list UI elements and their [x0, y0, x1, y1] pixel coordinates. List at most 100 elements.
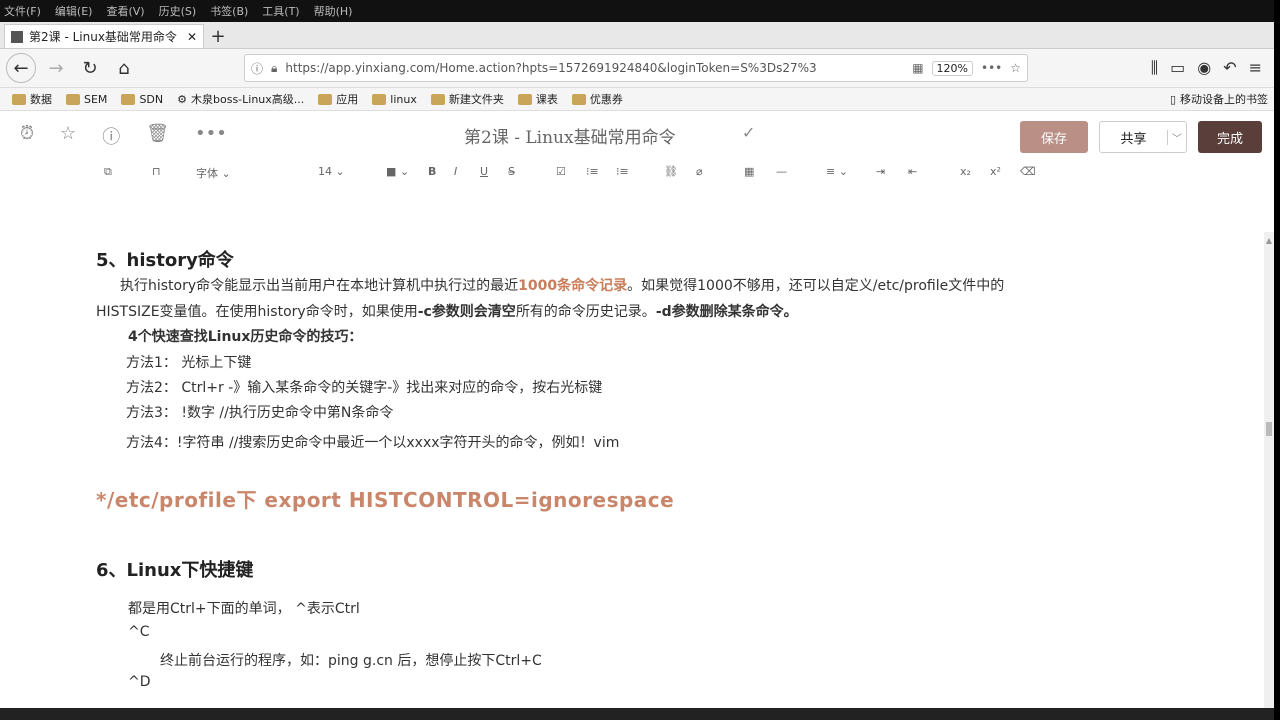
- note-body[interactable]: 5、history命令 执行history命令能显示出当前用户在本地计算机中执行…: [0, 232, 1274, 720]
- shortcut-ctrl-d: ^D: [128, 674, 151, 690]
- menu-history[interactable]: 历史(S): [159, 3, 197, 19]
- folder-icon: [12, 93, 26, 105]
- folder-icon: [571, 93, 586, 105]
- more-icon[interactable]: •••: [981, 61, 1002, 75]
- tab-active[interactable]: 第2课 - Linux基础常用命令 | 印 ✕: [4, 24, 204, 48]
- undo-icon[interactable]: ↶: [1223, 58, 1236, 78]
- close-tab-icon[interactable]: ✕: [187, 30, 197, 44]
- share-label: 共享: [1120, 131, 1147, 147]
- bookmarks-bar: 数据 SEM SDN ⚙ 木泉boss-Linux高级... 应用 linux 新…: [0, 88, 1274, 111]
- bottom-strip: [0, 708, 1274, 720]
- reminder-icon[interactable]: ⏰︎: [20, 123, 34, 149]
- nav-bar: ← → ↻ ⌂ ⓘ 🔒︎ https://app.yinxiang.com/Ho…: [0, 49, 1274, 88]
- library-icon[interactable]: ⫼: [1151, 58, 1158, 78]
- folder-icon: [372, 93, 387, 105]
- back-button[interactable]: ←: [6, 53, 36, 83]
- info-icon[interactable]: ⓘ: [251, 60, 263, 77]
- method-4: 方法4：!字符串 //搜索历史命令中最近一个以xxxx字符开头的命令，例如！vi…: [126, 435, 620, 451]
- indent-icon[interactable]: ⇥: [876, 165, 885, 178]
- attach-icon[interactable]: ⧉: [104, 165, 112, 179]
- menu-help[interactable]: 帮助(H): [314, 3, 353, 19]
- sidebar-icon[interactable]: ▭: [1170, 58, 1185, 78]
- bullet-list-icon[interactable]: ⁝≡: [616, 165, 629, 178]
- favorite-star-icon[interactable]: ☆: [60, 123, 76, 149]
- lock-format-icon[interactable]: ⊓: [152, 165, 161, 178]
- star-icon[interactable]: ☆: [1010, 61, 1021, 75]
- bookmark-item[interactable]: 优惠券: [571, 91, 623, 107]
- qr-icon[interactable]: ▦: [912, 61, 923, 75]
- format-toolbar: ⧉ ⊓ 字体 ⌄ 14 ⌄ ■ ⌄ B I U S̶ ☑ ⁝≡ ⁝≡ ⛓ ⌀ ▦…: [0, 161, 1274, 185]
- italic-icon[interactable]: I: [454, 165, 457, 178]
- font-size-select[interactable]: 14 ⌄: [318, 165, 345, 178]
- url-bar[interactable]: ⓘ 🔒︎ https://app.yinxiang.com/Home.actio…: [244, 54, 1028, 82]
- zoom-level[interactable]: 120%: [931, 60, 973, 76]
- bookmark-item[interactable]: ⚙ 木泉boss-Linux高级...: [177, 91, 304, 107]
- scrollbar[interactable]: ▲: [1264, 232, 1274, 720]
- method-2: 方法2： Ctrl+r -》输入某条命令的关键字-》找出来对应的命令，按右光标键: [126, 380, 603, 396]
- menu-view[interactable]: 查看(V): [106, 3, 144, 19]
- bold-icon[interactable]: B: [428, 165, 436, 178]
- align-icon[interactable]: ≡ ⌄: [826, 165, 848, 178]
- outdent-icon[interactable]: ⇤: [908, 165, 917, 178]
- underline-icon[interactable]: U: [480, 165, 488, 178]
- bookmark-item[interactable]: SDN: [121, 93, 163, 106]
- export-line: */etc/profile下 export HISTCONTROL=ignore…: [96, 488, 675, 512]
- superscript-icon[interactable]: x²: [990, 165, 1001, 178]
- note-info-icon[interactable]: ⓘ: [102, 123, 120, 149]
- folder-icon: [66, 93, 80, 105]
- divider-icon[interactable]: —: [776, 165, 787, 178]
- trash-icon[interactable]: 🗑︎: [146, 123, 169, 149]
- bookmark-item[interactable]: 课表: [517, 91, 558, 107]
- reload-button[interactable]: ↻: [76, 54, 104, 82]
- forward-button[interactable]: →: [42, 54, 70, 82]
- note-title[interactable]: 第2课 - Linux基础常用命令: [464, 123, 676, 148]
- lock-icon: 🔒︎: [271, 60, 278, 75]
- bookmark-item[interactable]: 新建文件夹: [430, 91, 504, 107]
- menu-edit[interactable]: 编辑(E): [55, 3, 93, 19]
- checkbox-icon[interactable]: ☑: [556, 165, 566, 178]
- bookmark-item[interactable]: 应用: [318, 91, 358, 107]
- menu-tools[interactable]: 工具(T): [262, 3, 299, 19]
- unlink-icon[interactable]: ⌀: [696, 165, 703, 178]
- text-color-icon[interactable]: ■ ⌄: [386, 165, 409, 178]
- shortcut-intro: 都是用Ctrl+下面的单词， ^表示Ctrl: [128, 601, 360, 617]
- done-button[interactable]: 完成: [1198, 121, 1262, 153]
- save-button[interactable]: 保存: [1020, 121, 1088, 153]
- more-options-icon[interactable]: •••: [195, 123, 227, 149]
- link-icon[interactable]: ⛓: [664, 165, 678, 178]
- bookmark-item[interactable]: SEM: [66, 93, 107, 106]
- scrollbar-thumb[interactable]: [1266, 422, 1272, 436]
- url-text: https://app.yinxiang.com/Home.action?hpt…: [285, 61, 817, 75]
- strikethrough-icon[interactable]: S̶: [508, 165, 515, 178]
- new-tab-button[interactable]: +: [204, 24, 232, 48]
- chevron-down-icon[interactable]: ﹀: [1167, 129, 1186, 145]
- account-icon[interactable]: ◉: [1197, 58, 1211, 78]
- numbered-list-icon[interactable]: ⁝≡: [586, 165, 599, 178]
- shortcut-ctrl-c: ^C: [128, 624, 150, 640]
- menu-file[interactable]: 文件(F): [4, 3, 41, 19]
- bookmark-item[interactable]: 数据: [12, 91, 52, 107]
- menu-icon[interactable]: ≡: [1249, 58, 1262, 78]
- home-icon[interactable]: ⌂: [110, 54, 138, 82]
- tab-strip: 第2课 - Linux基础常用命令 | 印 ✕ +: [0, 22, 1274, 49]
- shortcut-ctrl-c-desc: 终止前台运行的程序，如：ping g.cn 后，想停止按下Ctrl+C: [160, 653, 542, 669]
- font-select[interactable]: 字体 ⌄: [196, 165, 231, 181]
- section-5-heading: 5、history命令: [96, 250, 234, 271]
- scroll-up-icon[interactable]: ▲: [1264, 236, 1274, 245]
- browser-window: 文件(F) 编辑(E) 查看(V) 历史(S) 书签(B) 工具(T) 帮助(H…: [0, 0, 1274, 720]
- menu-bar: 文件(F) 编辑(E) 查看(V) 历史(S) 书签(B) 工具(T) 帮助(H…: [0, 0, 1274, 22]
- favicon-icon: [11, 30, 23, 43]
- bookmark-item[interactable]: linux: [372, 93, 417, 106]
- subscript-icon[interactable]: x₂: [960, 165, 971, 178]
- tab-title: 第2课 - Linux基础常用命令 | 印: [29, 30, 181, 44]
- mobile-bookmarks[interactable]: ▯ 移动设备上的书签: [1170, 91, 1268, 107]
- table-icon[interactable]: ▦: [744, 165, 754, 178]
- share-button[interactable]: 共享 ﹀: [1099, 121, 1187, 153]
- section-6-heading: 6、Linux下快捷键: [96, 560, 254, 581]
- nav-right-icons: ⫼ ▭ ◉ ↶ ≡: [1151, 58, 1262, 78]
- note-header-icons: ⏰︎ ☆ ⓘ 🗑︎ •••: [20, 123, 227, 149]
- clear-format-icon[interactable]: ⌫: [1020, 165, 1036, 178]
- paragraph-1: 执行history命令能显示出当前用户在本地计算机中执行过的最近1000条命令记…: [120, 278, 1005, 294]
- menu-bookmarks[interactable]: 书签(B): [210, 3, 248, 19]
- phone-icon: ▯: [1169, 92, 1176, 106]
